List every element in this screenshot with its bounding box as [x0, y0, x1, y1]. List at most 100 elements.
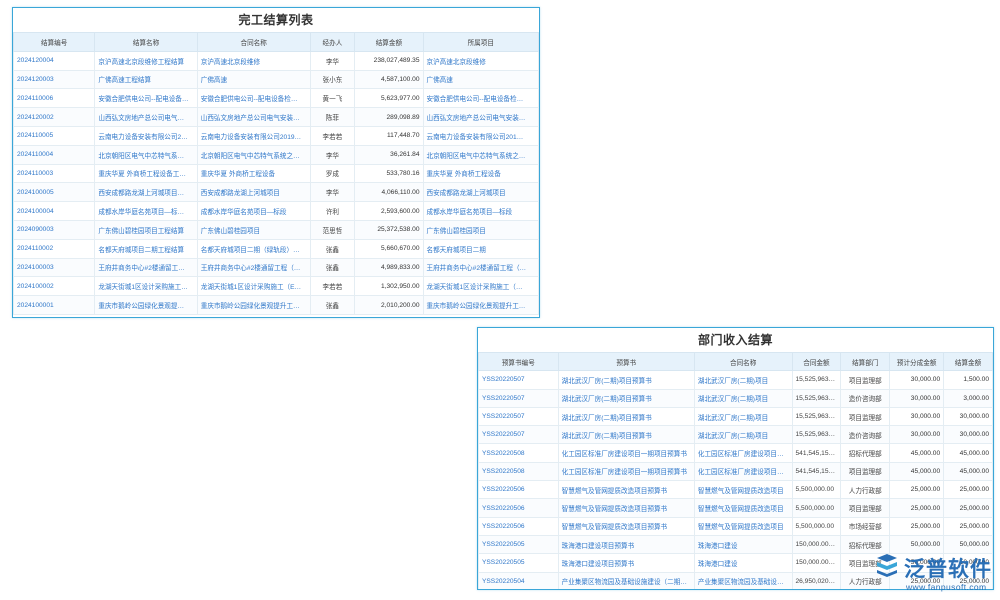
table-row[interactable]: 2024110006 安徽合肥供电公司--配电设备… 安徽合肥供电公司--配电设备检… [13, 88, 539, 109]
table-cell[interactable]: 湖北武汉厂房(二期)项目 [693, 425, 793, 445]
table-row[interactable]: 2024090003 广东佛山碧桂园项目工程结算 广东佛山碧桂园项目 范思哲 25,37… [13, 219, 539, 240]
table-cell[interactable]: 2024110003 [13, 163, 96, 184]
table-cell[interactable]: YSS20220507 [478, 388, 559, 408]
table-row[interactable]: YSS20220507 湖北武汉厂房(二期)项目预算书 湖北武汉厂房(二期)项目 15… [478, 425, 993, 445]
column-header[interactable]: 结算金额 [354, 32, 424, 52]
table-cell[interactable]: 安徽合肥供电公司--配电设备… [94, 88, 198, 109]
table-cell[interactable]: YSS20220507 [478, 370, 559, 390]
table-cell[interactable]: 西安成都路龙湖上河城项目… [94, 182, 198, 203]
table-cell[interactable]: 云南电力设备安装有限公司2019… [196, 125, 311, 146]
table-cell[interactable]: 湖北武汉厂房(二期)项目 [693, 388, 793, 408]
table-cell[interactable]: 名都天府城项目二期（绿轨段）… [196, 238, 311, 259]
table-cell[interactable]: 2024100001 [13, 295, 96, 315]
table-cell[interactable]: 智慧燃气及管网提质改造项目预算书 [557, 516, 695, 536]
table-cell[interactable]: 化工园区标准厂房建设项目一期项目预算书 [557, 443, 695, 463]
table-cell[interactable]: 2024100002 [13, 276, 96, 297]
table-cell[interactable]: 化工园区标准厂房建设项目一期… [693, 461, 793, 482]
table-cell[interactable]: 湖北武汉厂房(二期)项目 [693, 406, 793, 427]
table-cell[interactable]: YSS20220508 [478, 461, 559, 482]
table-cell[interactable]: 产业集聚区物流园及基础设… [693, 571, 793, 589]
table-cell[interactable]: 2024100005 [13, 182, 96, 203]
table-cell[interactable]: 重庆华夏 外商桥工程设备 [422, 163, 539, 184]
table-cell[interactable]: 京沪高速北京段维修工程结算 [94, 50, 198, 71]
table-cell[interactable]: 云南电力设备安装有限公司201… [422, 125, 539, 146]
table-cell[interactable]: 山西弘文房地产总公司电气… [94, 107, 198, 127]
column-header[interactable]: 合同名称 [196, 32, 311, 52]
table-cell[interactable]: 2024110005 [13, 125, 96, 146]
table-row[interactable]: 2024100001 重庆市鹅岭公园绿化景观提… 重庆市鹅岭公园绿化景观提升工… 张鑫… [13, 295, 539, 315]
table-cell[interactable]: 广东佛山碧桂园项目工程结算 [94, 219, 198, 240]
table-row[interactable]: 2024120002 山西弘文房地产总公司电气… 山西弘文房地产总公司电气安装… 陈菲… [13, 107, 539, 127]
table-cell[interactable]: 化工园区标准厂房建设项目一期项目预算书 [557, 461, 695, 482]
table-cell[interactable]: 龙湖天街城1区设计采购施工（… [422, 276, 539, 297]
table-cell[interactable]: 成都水岸华庭名苑项目—标段 [422, 201, 539, 221]
table-cell[interactable]: 智慧燃气及管网提质改造项目 [693, 498, 793, 518]
table-cell[interactable]: 北京朝阳区电气中芯特气系统之… [422, 144, 539, 165]
table-cell[interactable]: 湖北武汉厂房(二期)项目 [693, 370, 793, 390]
table-cell[interactable]: 2024120003 [13, 69, 96, 90]
column-header[interactable]: 预算书 [557, 351, 695, 372]
table-cell[interactable]: 重庆市鹅岭公园绿化景观提升工… [422, 295, 539, 315]
table-cell[interactable]: 湖北武汉厂房(二期)项目预算书 [557, 370, 695, 390]
table-cell[interactable]: 重庆华夏 外商桥工程设备 [196, 163, 311, 184]
table-cell[interactable]: 珠海港口建设项目预算书 [557, 553, 695, 573]
table-cell[interactable]: 2024100003 [13, 257, 96, 278]
column-header[interactable]: 预计分成金额 [889, 351, 945, 372]
table-cell[interactable]: 龙湖天街城1区设计采购施工… [94, 276, 198, 297]
table-row[interactable]: YSS20220508 化工园区标准厂房建设项目一期项目预算书 化工园区标准厂房建设… [478, 461, 993, 482]
table-cell[interactable]: 云南电力设备安装有限公司2… [94, 125, 198, 146]
table-row[interactable]: 2024110002 名都天府城项目二期工程结算 名都天府城项目二期（绿轨段）… 张鑫… [13, 238, 539, 259]
table-cell[interactable]: 湖北武汉厂房(二期)项目预算书 [557, 425, 695, 445]
table-cell[interactable]: 湖北武汉厂房(二期)项目预算书 [557, 388, 695, 408]
table-row[interactable]: YSS20220508 化工园区标准厂房建设项目一期项目预算书 化工园区标准厂房建设… [478, 443, 993, 463]
table-row[interactable]: YSS20220506 智慧燃气及管网提质改造项目预算书 智慧燃气及管网提质改造项目… [478, 516, 993, 536]
table-cell[interactable]: YSS20220506 [478, 516, 559, 536]
table-cell[interactable]: 西安成都路龙湖上河城项目 [422, 182, 539, 203]
table-row[interactable]: 2024120004 京沪高速北京段维修工程结算 京沪高速北京段维修 李华 238,02… [13, 50, 539, 71]
table-cell[interactable]: 广佛高速工程结算 [94, 69, 198, 90]
table-cell[interactable]: YSS20220507 [478, 406, 559, 427]
table-cell[interactable]: 珠海港口建设项目预算书 [557, 534, 695, 555]
table-cell[interactable]: 重庆华夏 外商桥工程设备工… [94, 163, 198, 184]
table-cell[interactable]: 珠海港口建设 [693, 534, 793, 555]
table-cell[interactable]: 湖北武汉厂房(二期)项目预算书 [557, 406, 695, 427]
table-cell[interactable]: 珠海港口建设 [693, 553, 793, 573]
column-header[interactable]: 结算名称 [94, 32, 198, 52]
column-header[interactable]: 预算书编号 [478, 351, 559, 372]
table-cell[interactable]: YSS20220506 [478, 480, 559, 500]
table-cell[interactable]: 安徽合肥供电公司--配电设备检… [422, 88, 539, 109]
table-cell[interactable]: 京沪高速北京段维修 [422, 50, 539, 71]
table-cell[interactable]: 山西弘文房地产总公司电气安装… [196, 107, 311, 127]
table-row[interactable]: YSS20220506 智慧燃气及管网提质改造项目预算书 智慧燃气及管网提质改造项目… [478, 498, 993, 518]
table-cell[interactable]: 成都水岸华庭名苑项目—标段 [196, 201, 311, 221]
column-header[interactable]: 结算部门 [840, 351, 891, 372]
table-cell[interactable]: 智慧燃气及管网提质改造项目 [693, 480, 793, 500]
table-row[interactable]: 2024100003 王府井商务中心#2楼通留工… 王府井商务中心#2楼通留工程（…… [13, 257, 539, 278]
column-header[interactable]: 结算金额 [943, 351, 993, 372]
table-cell[interactable]: 王府井商务中心#2楼通留工程（… [422, 257, 539, 278]
table-cell[interactable]: YSS20220505 [478, 553, 559, 573]
table-cell[interactable]: 智慧燃气及管网提质改造项目 [693, 516, 793, 536]
column-header[interactable]: 所属项目 [422, 32, 539, 52]
table-cell[interactable]: 2024110002 [13, 238, 96, 259]
table-row[interactable]: YSS20220506 智慧燃气及管网提质改造项目预算书 智慧燃气及管网提质改造项目… [478, 480, 993, 500]
table-cell[interactable]: 名都天府城项目二期 [422, 238, 539, 259]
table-row[interactable]: 2024100004 成都水岸华庭名苑项目—标… 成都水岸华庭名苑项目—标段 许利 2,… [13, 201, 539, 221]
table-cell[interactable]: 安徽合肥供电公司--配电设备检… [196, 88, 311, 109]
table-cell[interactable]: 重庆市鹅岭公园绿化景观提升工… [196, 295, 311, 315]
table-cell[interactable]: 智慧燃气及管网提质改造项目预算书 [557, 480, 695, 500]
table-cell[interactable]: 龙湖天街城1区设计采购施工（E… [196, 276, 311, 297]
table-cell[interactable]: 广佛高速 [196, 69, 311, 90]
table-row[interactable]: 2024110004 北京朝阳区电气中芯特气系… 北京朝阳区电气中芯特气系统之… 李华… [13, 144, 539, 165]
table-cell[interactable]: 广东佛山碧桂园项目 [422, 219, 539, 240]
table-cell[interactable]: 北京朝阳区电气中芯特气系… [94, 144, 198, 165]
table-row[interactable]: 2024110003 重庆华夏 外商桥工程设备工… 重庆华夏 外商桥工程设备 罗成 53… [13, 163, 539, 184]
table-cell[interactable]: 山西弘文房地产总公司电气安装… [422, 107, 539, 127]
column-header[interactable]: 合同金额 [791, 351, 842, 372]
table-row[interactable]: 2024100002 龙湖天街城1区设计采购施工… 龙湖天街城1区设计采购施工（E…… [13, 276, 539, 297]
table-row[interactable]: YSS20220507 湖北武汉厂房(二期)项目预算书 湖北武汉厂房(二期)项目 15… [478, 406, 993, 427]
table-cell[interactable]: 2024110006 [13, 88, 96, 109]
table-cell[interactable]: 王府井商务中心#2楼通留工… [94, 257, 198, 278]
table-cell[interactable]: 广东佛山碧桂园项目 [196, 219, 311, 240]
table-cell[interactable]: 2024120002 [13, 107, 96, 127]
